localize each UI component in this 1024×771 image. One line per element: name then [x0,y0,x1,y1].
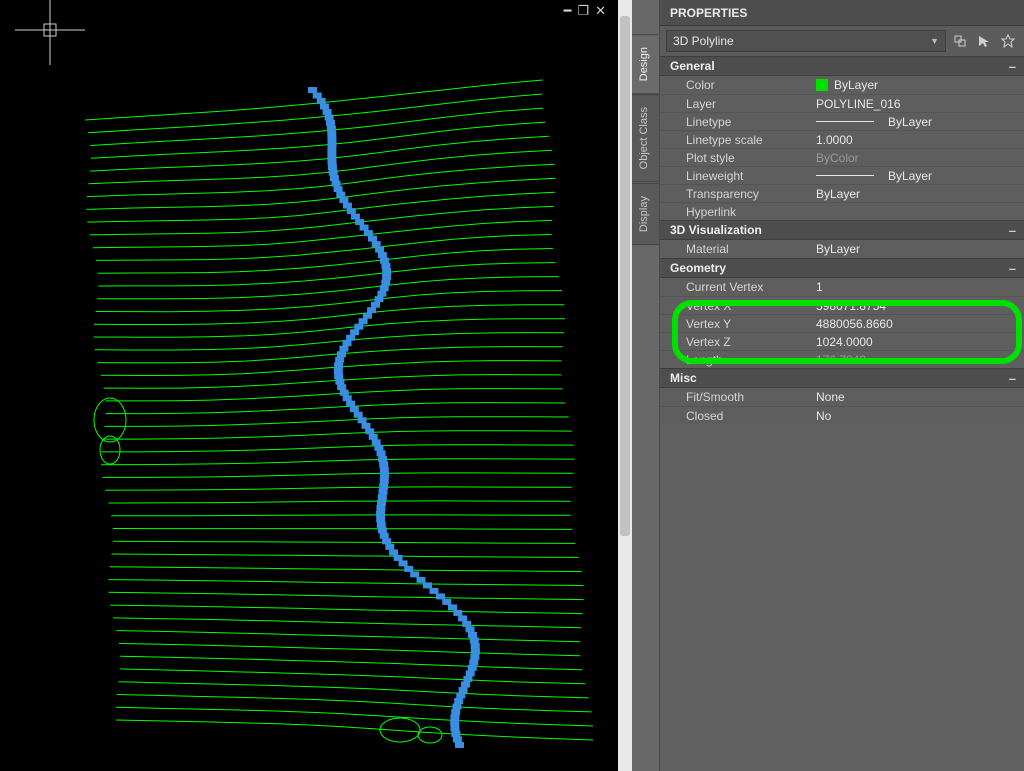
minimize-icon[interactable]: ━ [564,3,572,19]
properties-title: PROPERTIES [660,0,1024,26]
object-type-select[interactable]: 3D Polyline ▼ [666,30,946,52]
lineweight-preview [816,175,874,176]
collapse-icon: – [1009,224,1016,237]
row-linetype[interactable]: Linetype ByLayer [660,112,1024,130]
toggle-pickadd-icon[interactable] [950,31,970,51]
row-current-vertex[interactable]: Current Vertex 1 [660,278,1024,296]
tab-display[interactable]: Display [632,183,659,245]
select-objects-icon[interactable] [974,31,994,51]
linetype-preview [816,121,874,122]
section-3d-visualization: 3D Visualization – Material ByLayer [660,220,1024,258]
object-type-value: 3D Polyline [673,34,734,48]
section-header-geometry[interactable]: Geometry – [660,258,1024,278]
scrollbar-thumb[interactable] [620,16,630,536]
row-layer[interactable]: Layer POLYLINE_016 [660,94,1024,112]
close-icon[interactable]: ✕ [595,3,606,19]
viewport-scrollbar[interactable] [618,0,632,771]
properties-panel: Design Object Class Display PROPERTIES 3… [632,0,1024,771]
row-vertex-y[interactable]: Vertex Y 4880056.8660 [660,314,1024,332]
collapse-icon: – [1009,262,1016,275]
row-vertex-z[interactable]: Vertex Z 1024.0000 [660,332,1024,350]
row-transparency[interactable]: Transparency ByLayer [660,184,1024,202]
row-ltscale[interactable]: Linetype scale 1.0000 [660,130,1024,148]
row-hyperlink[interactable]: Hyperlink [660,202,1024,220]
row-material[interactable]: Material ByLayer [660,240,1024,258]
row-closed[interactable]: Closed No [660,406,1024,424]
ucs-icon [10,0,90,70]
drawing-viewport[interactable]: ━ ❐ ✕ [0,0,632,771]
section-header-misc[interactable]: Misc – [660,368,1024,388]
row-lineweight[interactable]: Lineweight ByLayer [660,166,1024,184]
restore-icon[interactable]: ❐ [577,3,589,19]
section-header-3dviz[interactable]: 3D Visualization – [660,220,1024,240]
section-geometry: Geometry – Current Vertex 1 Vertex X 598… [660,258,1024,368]
chevron-down-icon: ▼ [930,36,939,46]
section-header-general[interactable]: General – [660,56,1024,76]
section-general: General – Color ByLayer Layer POLYLINE_0… [660,56,1024,220]
row-length: Length 176.7842 [660,350,1024,368]
viewport-window-controls: ━ ❐ ✕ [564,3,606,19]
tab-design[interactable]: Design [632,34,659,94]
contour-drawing [0,0,632,771]
row-plotstyle: Plot style ByColor [660,148,1024,166]
row-vertex-x[interactable]: Vertex X 598071.8754 [660,296,1024,314]
collapse-icon: – [1009,372,1016,385]
row-color[interactable]: Color ByLayer [660,76,1024,94]
collapse-icon: – [1009,60,1016,73]
properties-side-tabs: Design Object Class Display [632,0,660,771]
quick-select-icon[interactable] [998,31,1018,51]
properties-body: PROPERTIES 3D Polyline ▼ General – [660,0,1024,771]
tab-object-class[interactable]: Object Class [632,94,659,182]
row-fit-smooth[interactable]: Fit/Smooth None [660,388,1024,406]
object-type-row: 3D Polyline ▼ [660,26,1024,56]
color-swatch [816,79,828,91]
section-misc: Misc – Fit/Smooth None Closed No [660,368,1024,424]
